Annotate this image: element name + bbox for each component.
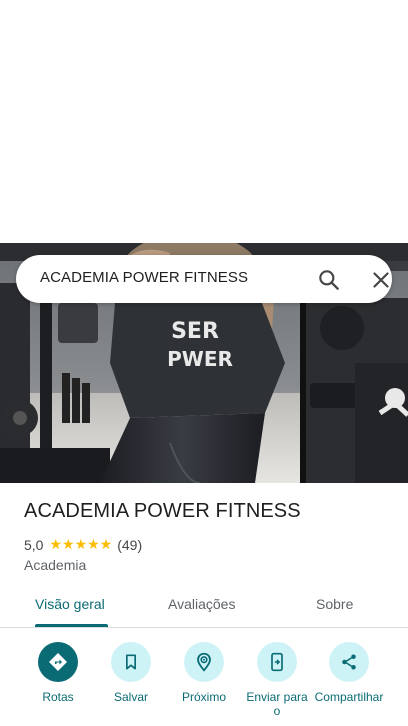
shirt-text-bottom: PWER xyxy=(167,347,233,371)
close-icon[interactable] xyxy=(368,267,394,293)
tab-about[interactable]: Sobre xyxy=(316,596,353,612)
save-label: Salvar xyxy=(113,690,148,704)
save-button[interactable]: Salvar xyxy=(91,640,171,704)
bookmark-icon xyxy=(111,642,151,682)
place-title: ACADEMIA POWER FITNESS xyxy=(24,500,301,522)
search-bar[interactable]: ACADEMIA POWER FITNESS xyxy=(16,255,392,303)
share-button[interactable]: Compartilhar xyxy=(309,640,389,704)
shirt-text-top: SER xyxy=(171,319,219,344)
tab-overview[interactable]: Visão geral xyxy=(35,596,105,612)
star-rating-icon: ★★★★★ xyxy=(49,536,113,552)
tab-bar: Visão geral Avaliações Sobre xyxy=(0,585,408,628)
nearby-icon xyxy=(184,642,224,682)
tab-reviews[interactable]: Avaliações xyxy=(168,596,235,612)
active-tab-indicator xyxy=(35,624,108,627)
nearby-button[interactable]: Próximo xyxy=(164,640,244,704)
send-to-phone-icon xyxy=(257,642,297,682)
directions-button[interactable]: Rotas xyxy=(18,640,98,704)
send-to-phone-label: Enviar para o xyxy=(246,690,308,718)
review-count[interactable]: (49) xyxy=(117,537,142,553)
place-category[interactable]: Academia xyxy=(24,557,86,573)
send-to-phone-button[interactable]: Enviar para o xyxy=(237,640,317,718)
rating-row[interactable]: 5,0 ★★★★★ (49) xyxy=(24,536,142,553)
blank-area xyxy=(0,0,408,243)
rating-value: 5,0 xyxy=(24,536,44,553)
nearby-label: Próximo xyxy=(181,690,226,704)
search-input[interactable]: ACADEMIA POWER FITNESS xyxy=(40,269,248,286)
place-info: ACADEMIA POWER FITNESS 5,0 ★★★★★ (49) Ac… xyxy=(24,500,394,573)
search-icon[interactable] xyxy=(316,267,342,293)
share-label: Compartilhar xyxy=(314,690,384,704)
directions-icon xyxy=(38,642,78,682)
directions-label: Rotas xyxy=(42,690,74,704)
action-bar: Rotas Salvar Próximo Enviar para o Compa… xyxy=(0,640,408,726)
share-icon xyxy=(329,642,369,682)
